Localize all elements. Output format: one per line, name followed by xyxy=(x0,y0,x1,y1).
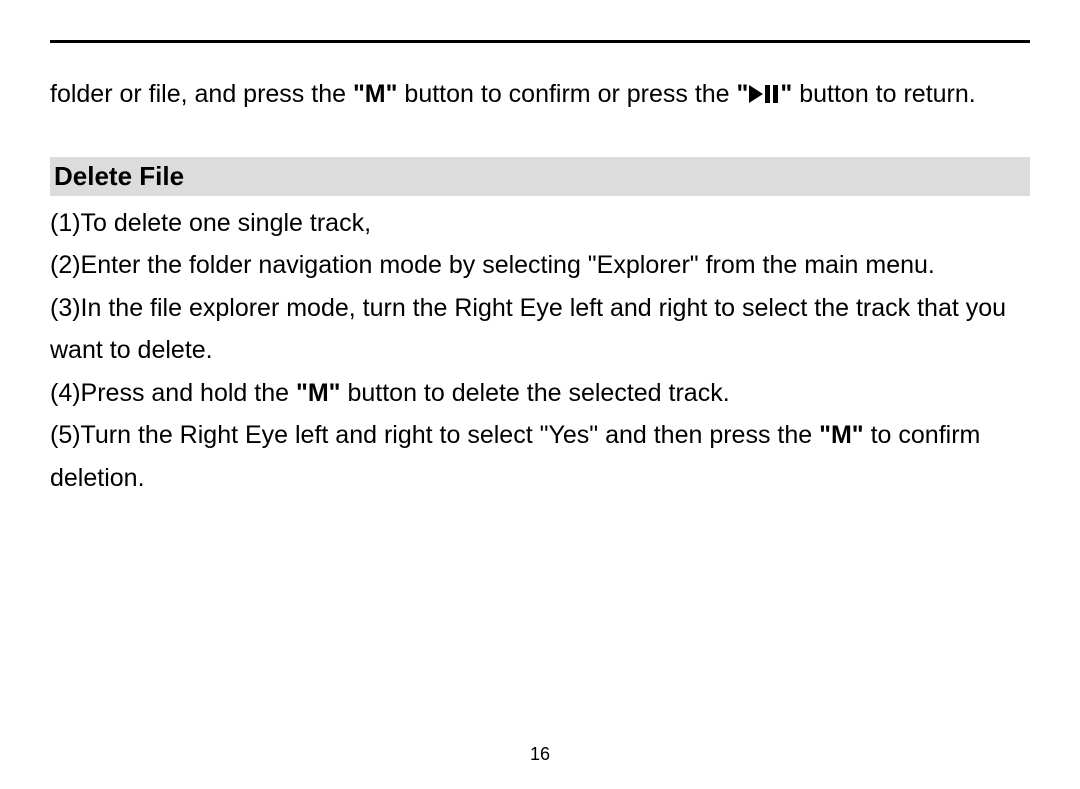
step-5-part1: (5)Turn the Right Eye left and right to … xyxy=(50,421,819,449)
step-4-part2: button to delete the selected track. xyxy=(341,379,730,407)
intro-paragraph: folder or file, and press the "M" button… xyxy=(50,73,1030,117)
play-pause-quote-close: " xyxy=(780,80,792,108)
play-pause-icon xyxy=(749,74,779,117)
play-pause-quote-open: " xyxy=(737,80,749,108)
page-number: 16 xyxy=(0,744,1080,765)
step-5: (5)Turn the Right Eye left and right to … xyxy=(50,414,1030,499)
intro-text-part2: button to confirm or press the xyxy=(397,80,736,108)
step-3: (3)In the file explorer mode, turn the R… xyxy=(50,287,1030,372)
section-heading-delete-file: Delete File xyxy=(50,157,1030,196)
m-button-label-1: "M" xyxy=(353,80,398,108)
m-button-label-3: "M" xyxy=(819,421,864,449)
step-1: (1)To delete one single track, xyxy=(50,202,1030,245)
step-2: (2)Enter the folder navigation mode by s… xyxy=(50,244,1030,287)
top-horizontal-rule xyxy=(50,40,1030,43)
m-button-label-2: "M" xyxy=(296,379,341,407)
step-4: (4)Press and hold the "M" button to dele… xyxy=(50,372,1030,415)
intro-text-part1: folder or file, and press the xyxy=(50,80,353,108)
step-4-part1: (4)Press and hold the xyxy=(50,379,296,407)
intro-text-part3: button to return. xyxy=(792,80,975,108)
